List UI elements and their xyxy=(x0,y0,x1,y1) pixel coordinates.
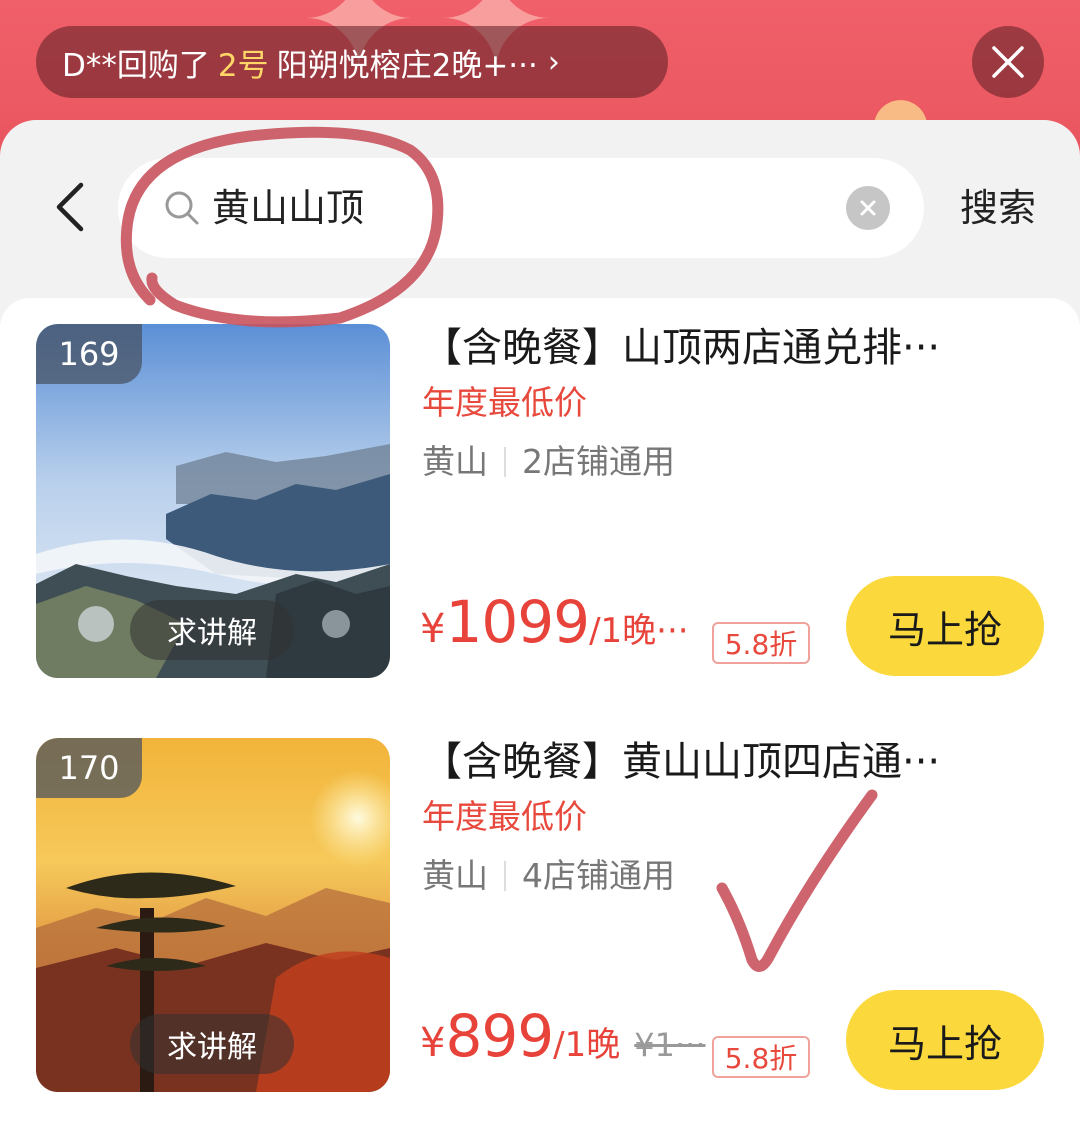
clear-icon xyxy=(860,200,876,216)
buy-now-button[interactable]: 马上抢 xyxy=(846,990,1044,1090)
divider xyxy=(504,447,506,477)
location-label: 黄山 xyxy=(422,442,488,481)
back-button[interactable] xyxy=(40,172,100,242)
list-item[interactable]: 169 求讲解 【含晚餐】山顶两店通兑排··· 年度最低价 黄山 2店铺通用 ¥… xyxy=(0,298,1080,678)
location-label: 黄山 xyxy=(422,856,488,895)
buy-now-button[interactable]: 马上抢 xyxy=(846,576,1044,676)
stores-label: 4店铺通用 xyxy=(522,856,675,895)
product-image[interactable]: 169 求讲解 xyxy=(36,324,390,678)
rank-badge: 169 xyxy=(36,324,142,384)
close-button[interactable] xyxy=(972,26,1044,98)
search-input[interactable]: 黄山山顶 xyxy=(118,158,924,258)
ticker-prefix: D**回购了 xyxy=(62,47,210,84)
price-row: ¥ 1099 /1晚··· xyxy=(420,588,689,662)
close-icon xyxy=(992,46,1024,78)
search-bar: 黄山山顶 搜索 xyxy=(0,120,1080,298)
price-row: ¥ 899 /1晚 ¥1··· xyxy=(420,1002,706,1076)
currency-symbol: ¥ xyxy=(420,606,446,652)
search-query: 黄山山顶 xyxy=(212,186,365,230)
product-meta: 黄山 4店铺通用 xyxy=(422,852,675,900)
search-button[interactable]: 搜索 xyxy=(960,180,1036,236)
original-price: ¥1··· xyxy=(634,1026,706,1064)
ticker-highlight: 2号 xyxy=(217,47,269,84)
price-value: 1099 xyxy=(445,588,590,656)
clear-button[interactable] xyxy=(846,186,890,230)
discount-badge: 5.8折 xyxy=(712,622,810,664)
purchase-ticker[interactable]: D**回购了 2号 阳朔悦榕庄2晚+··· › xyxy=(36,26,668,98)
stores-label: 2店铺通用 xyxy=(522,442,675,481)
price-unit: /1晚··· xyxy=(589,611,689,651)
chevron-right-icon: › xyxy=(547,44,560,80)
list-item[interactable]: 170 求讲解 【含晚餐】黄山山顶四店通··· 年度最低价 黄山 4店铺通用 ¥… xyxy=(0,712,1080,1092)
discount-badge: 5.8折 xyxy=(712,1036,810,1078)
currency-symbol: ¥ xyxy=(420,1020,446,1066)
divider xyxy=(504,861,506,891)
product-meta: 黄山 2店铺通用 xyxy=(422,438,675,486)
search-sheet: 黄山山顶 搜索 169 求讲解 【含晚餐】山顶两店通兑排··· 年度最低价 黄山… xyxy=(0,120,1080,1137)
product-title[interactable]: 【含晚餐】黄山山顶四店通··· xyxy=(422,732,1042,792)
ticker-suffix: 阳朔悦榕庄2晚+··· xyxy=(276,47,538,84)
lowest-price-tag: 年度最低价 xyxy=(422,797,587,836)
chevron-left-icon xyxy=(56,182,84,232)
price-unit: /1晚 xyxy=(553,1025,621,1065)
result-list: 169 求讲解 【含晚餐】山顶两店通兑排··· 年度最低价 黄山 2店铺通用 ¥… xyxy=(0,298,1080,1137)
lowest-price-tag: 年度最低价 xyxy=(422,383,587,422)
explain-button[interactable]: 求讲解 xyxy=(130,1014,294,1074)
product-image[interactable]: 170 求讲解 xyxy=(36,738,390,1092)
rank-badge: 170 xyxy=(36,738,142,798)
product-title[interactable]: 【含晚餐】山顶两店通兑排··· xyxy=(422,318,1042,378)
search-icon xyxy=(165,191,199,225)
explain-button[interactable]: 求讲解 xyxy=(130,600,294,660)
price-value: 899 xyxy=(445,1002,554,1070)
